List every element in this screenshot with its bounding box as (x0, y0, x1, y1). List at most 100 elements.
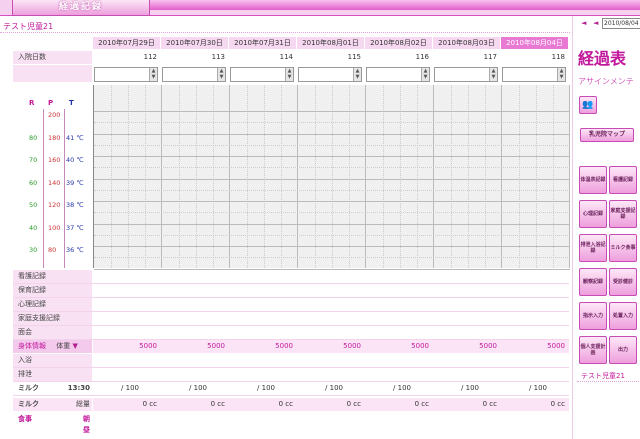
vital-scale-value: 38 ℃ (66, 201, 84, 209)
sidebar-title: 経過表 (578, 49, 627, 68)
day-count: 116 (415, 53, 429, 61)
milk-total-row: ミルク 総量 (13, 398, 92, 412)
day-count: 117 (483, 53, 497, 61)
sidebar-button[interactable]: 個人支援計画 (579, 336, 607, 364)
spinner-icon[interactable]: ▲ ▼ (421, 68, 429, 81)
sidebar-button[interactable]: 家庭支援記録 (609, 200, 637, 228)
milk-total-sub: 総量 (76, 400, 90, 408)
vital-scale-value: 80 (48, 246, 57, 254)
meal-row: 食事 朝昼 (13, 413, 92, 435)
date-header-3[interactable]: 2010年08月01日 (297, 37, 365, 49)
header-divider (0, 32, 570, 33)
weight-value[interactable]: 5000 (433, 340, 501, 353)
spinner-icon[interactable]: ▲ ▼ (149, 68, 157, 81)
date-input[interactable]: 2010/08/04 (602, 18, 640, 29)
vital-scale-value: 60 (29, 178, 38, 187)
body-info-label: 身体情報 (18, 342, 46, 350)
spinner-icon[interactable]: ▲ ▼ (353, 68, 361, 81)
weight-value[interactable]: 5000 (229, 340, 297, 353)
vital-scale-value: 120 (48, 201, 61, 209)
weight-label: 体重 (56, 342, 71, 350)
sidebar: ◄ ◄ 2010/08/04 経過表 アサインメンテ 👥 乳児院マップ 体温表記… (572, 16, 640, 439)
weight-value[interactable]: 5000 (297, 340, 365, 353)
prev-month-icon[interactable]: ◄ (581, 19, 586, 27)
sidebar-button[interactable]: 看護記録 (609, 166, 637, 194)
milk-total: 0 cc (414, 400, 429, 408)
milk-total: 0 cc (278, 400, 293, 408)
weight-value[interactable]: 5000 (93, 340, 161, 353)
day-select[interactable]: ▲ ▼ (502, 67, 566, 82)
milk-amount[interactable]: / 100 (297, 382, 347, 395)
milk-amount[interactable]: / 100 (365, 382, 415, 395)
vital-scale-value: 50 (29, 201, 38, 209)
vital-scale-value: 41 ℃ (66, 133, 84, 142)
sidebar-button[interactable]: 排泄入浴記録 (579, 234, 607, 262)
sidebar-button[interactable]: 処置入力 (609, 302, 637, 330)
vital-scale-value: 40 ℃ (66, 156, 84, 164)
vital-scale-value: 160 (48, 156, 61, 164)
meal-lunch: 昼 (83, 426, 90, 434)
spinner-icon[interactable]: ▲ ▼ (285, 68, 293, 81)
meal-label: 食事 (18, 415, 32, 423)
day-count: 114 (279, 53, 293, 61)
date-header-4[interactable]: 2010年08月02日 (365, 37, 433, 49)
milk-amount[interactable]: / 100 (433, 382, 483, 395)
date-header-2[interactable]: 2010年07月31日 (229, 37, 297, 49)
weight-value[interactable]: 5000 (161, 340, 229, 353)
vital-scale-value: 80 (29, 133, 38, 142)
spinner-icon[interactable]: ▲ ▼ (217, 68, 225, 81)
sidebar-button[interactable]: 観察記録 (579, 268, 607, 296)
milk-amount[interactable]: / 100 (161, 382, 211, 395)
milk-total: 0 cc (210, 400, 225, 408)
milk-amount[interactable]: / 100 (93, 382, 143, 395)
vital-scale-value: 140 (48, 178, 61, 187)
t-header: T (69, 99, 74, 107)
date-header-6[interactable]: 2010年08月04日 (501, 37, 569, 49)
day-count: 112 (143, 53, 157, 61)
vital-scale-value: 37 ℃ (66, 223, 84, 232)
p-header: P (48, 99, 54, 107)
filter-icon[interactable]: ▼ (72, 342, 77, 350)
vital-chart[interactable] (93, 85, 570, 270)
date-header-1[interactable]: 2010年07月30日 (161, 37, 229, 49)
date-header-5[interactable]: 2010年08月03日 (433, 37, 501, 49)
spinner-icon[interactable]: ▲ ▼ (489, 68, 497, 81)
sidebar-patient: テスト児童21 (581, 372, 625, 380)
vital-scale-value: 39 ℃ (66, 178, 84, 187)
sidebar-button[interactable]: 心理記録 (579, 200, 607, 228)
sidebar-button[interactable]: 体温表記録 (579, 166, 607, 194)
weight-value[interactable]: 5000 (501, 340, 569, 353)
milk-total: 0 cc (346, 400, 361, 408)
select-row-label (13, 65, 92, 83)
date-header-0[interactable]: 2010年07月29日 (93, 37, 161, 49)
day-select[interactable]: ▲ ▼ (434, 67, 498, 82)
weight-value[interactable]: 5000 (365, 340, 433, 353)
day-count: 115 (347, 53, 361, 61)
assign-link[interactable]: アサインメンテ (578, 76, 640, 87)
r-header: R (29, 99, 35, 107)
patient-name: テスト児童21 (3, 22, 54, 31)
sidebar-button[interactable]: 出力 (609, 336, 637, 364)
day-select[interactable]: ▲ ▼ (94, 67, 158, 82)
day-count: 113 (211, 53, 225, 61)
milk-total: 0 cc (142, 400, 157, 408)
window-title: 経過記録 (12, 0, 150, 16)
map-button[interactable]: 乳児院マップ (580, 128, 634, 142)
vital-scale-value: 40 (29, 223, 38, 232)
milk-amount[interactable]: / 100 (229, 382, 279, 395)
sidebar-button[interactable]: ミルク食事 (609, 234, 637, 262)
day-count: 118 (551, 53, 565, 61)
sidebar-button[interactable]: 受診健診 (609, 268, 637, 296)
children-icon[interactable]: 👥 (579, 96, 597, 114)
milk-amount[interactable]: / 100 (501, 382, 551, 395)
day-select[interactable]: ▲ ▼ (162, 67, 226, 82)
sidebar-button[interactable]: 指示入力 (579, 302, 607, 330)
prev-day-icon[interactable]: ◄ (593, 19, 598, 27)
day-select[interactable]: ▲ ▼ (298, 67, 362, 82)
vital-scale-value: 70 (29, 156, 38, 164)
spinner-icon[interactable]: ▲ ▼ (557, 68, 565, 81)
milk-total: 0 cc (482, 400, 497, 408)
day-select[interactable]: ▲ ▼ (230, 67, 294, 82)
day-select[interactable]: ▲ ▼ (366, 67, 430, 82)
vital-scale-value: 180 (48, 133, 61, 142)
